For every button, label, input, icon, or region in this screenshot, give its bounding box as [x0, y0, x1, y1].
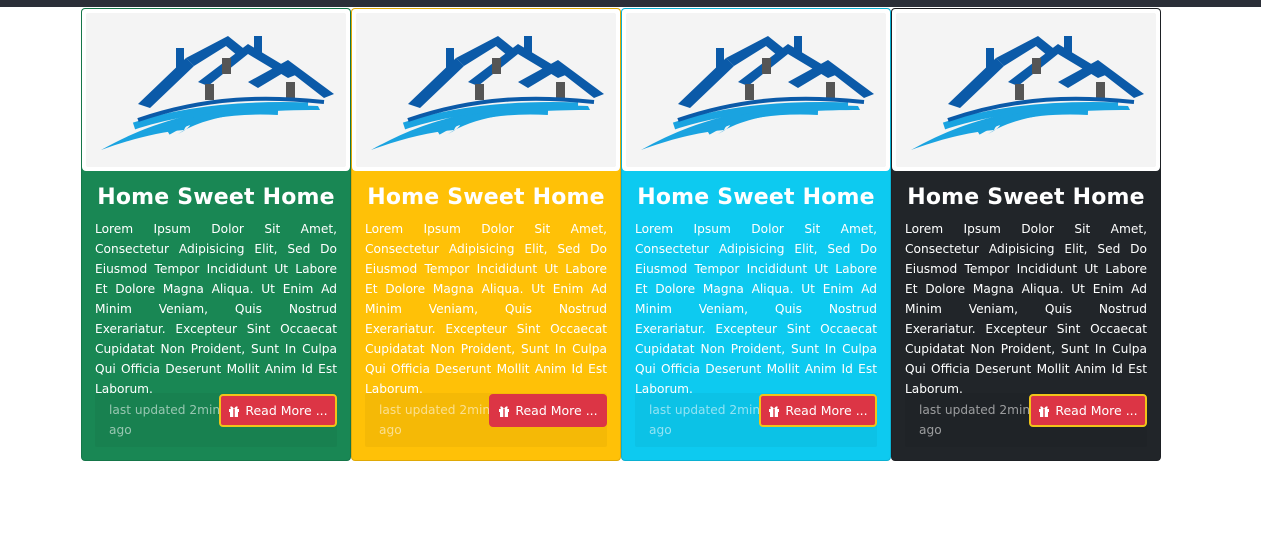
- card-text: Lorem Ipsum Dolor Sit Amet, Consectetur …: [95, 222, 337, 396]
- card-image: [82, 9, 350, 171]
- last-updated-text: last updated 2min ago: [919, 403, 1031, 437]
- card-cyan: Home Sweet Home Lorem Ipsum Dolor Sit Am…: [621, 8, 891, 461]
- read-more-label: Read More ...: [1055, 403, 1138, 418]
- read-more-button[interactable]: Read More ...: [219, 394, 337, 427]
- card-text: Lorem Ipsum Dolor Sit Amet, Consectetur …: [635, 222, 877, 396]
- read-more-label: Read More ...: [515, 403, 598, 418]
- card-footer: last updated 2min ago Read More ...: [365, 393, 607, 447]
- gift-icon: [498, 405, 510, 417]
- card-text: Lorem Ipsum Dolor Sit Amet, Consectetur …: [365, 222, 607, 396]
- card-footer: last updated 2min ago Read More ...: [95, 393, 337, 447]
- card-title: Home Sweet Home: [637, 185, 875, 210]
- house-logo-icon: [911, 36, 1144, 150]
- card-group: Home Sweet Home Lorem Ipsum Dolor Sit Am…: [81, 8, 1161, 461]
- last-updated-text: last updated 2min ago: [649, 403, 761, 437]
- card-title: Home Sweet Home: [907, 185, 1145, 210]
- card-footer: last updated 2min ago Read More ...: [635, 393, 877, 447]
- card-image: [352, 9, 620, 171]
- gift-icon: [228, 405, 240, 417]
- last-updated-text: last updated 2min ago: [109, 403, 221, 437]
- last-updated-text: last updated 2min ago: [379, 403, 491, 437]
- card-image: [622, 9, 890, 171]
- card-title: Home Sweet Home: [97, 185, 335, 210]
- gift-icon: [1038, 405, 1050, 417]
- read-more-label: Read More ...: [245, 403, 328, 418]
- card-dark: Home Sweet Home Lorem Ipsum Dolor Sit Am…: [891, 8, 1161, 461]
- card-footer: last updated 2min ago Read More ...: [905, 393, 1147, 447]
- card-text: Lorem Ipsum Dolor Sit Amet, Consectetur …: [905, 222, 1147, 396]
- read-more-button[interactable]: Read More ...: [489, 394, 607, 427]
- house-logo-icon: [101, 36, 334, 150]
- card-yellow: Home Sweet Home Lorem Ipsum Dolor Sit Am…: [351, 8, 621, 461]
- read-more-button[interactable]: Read More ...: [1029, 394, 1147, 427]
- card-image: [892, 9, 1160, 171]
- house-logo-icon: [371, 36, 604, 150]
- read-more-label: Read More ...: [785, 403, 868, 418]
- card-green: Home Sweet Home Lorem Ipsum Dolor Sit Am…: [81, 8, 351, 461]
- gift-icon: [768, 405, 780, 417]
- top-navbar: [0, 0, 1261, 7]
- house-logo-icon: [641, 36, 874, 150]
- card-title: Home Sweet Home: [367, 185, 605, 210]
- read-more-button[interactable]: Read More ...: [759, 394, 877, 427]
